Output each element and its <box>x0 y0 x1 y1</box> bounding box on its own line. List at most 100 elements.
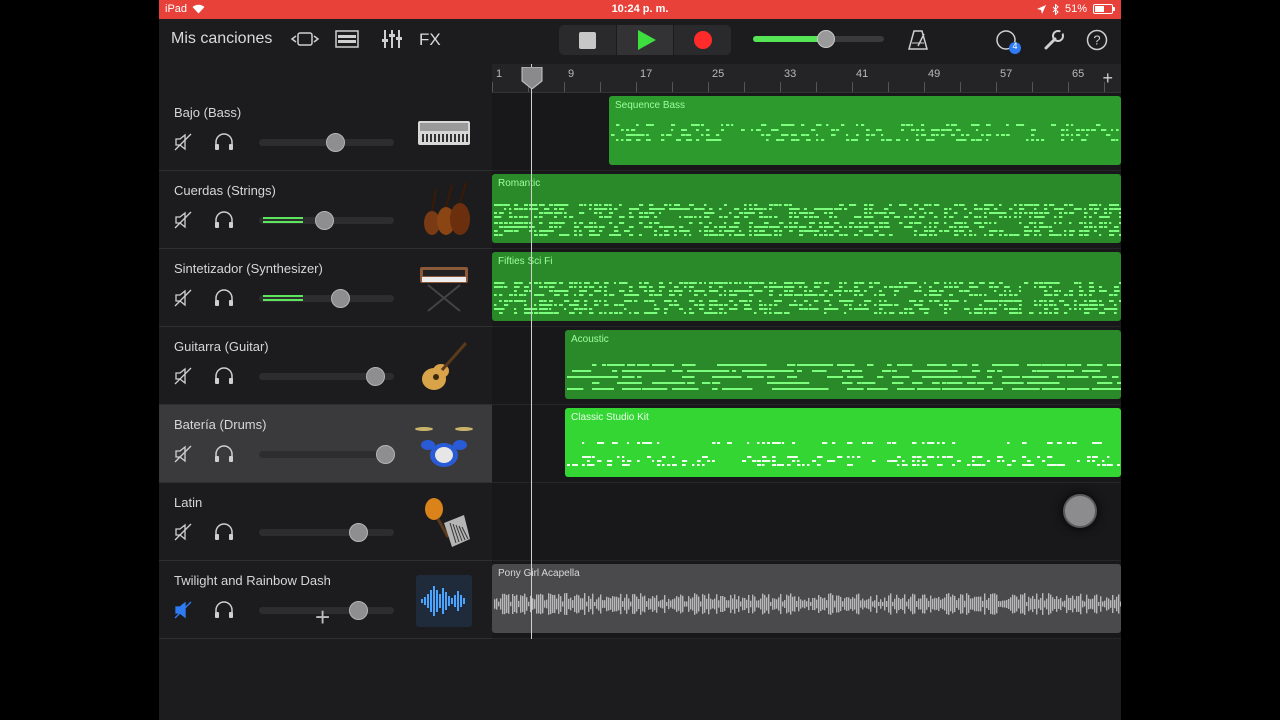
track-volume-knob[interactable] <box>376 445 395 464</box>
headphones-icon[interactable] <box>214 289 234 307</box>
track-volume-knob[interactable] <box>349 601 368 620</box>
headphones-icon[interactable] <box>214 601 234 619</box>
strings-icon[interactable] <box>414 181 474 241</box>
record-button[interactable] <box>674 25 731 55</box>
track-header-1[interactable]: Bajo (Bass) <box>159 93 492 171</box>
mute-icon[interactable] <box>174 289 192 307</box>
keyboard-icon[interactable] <box>414 259 474 319</box>
midi-region[interactable]: Fifties Sci Fi <box>492 252 1121 321</box>
master-volume-slider[interactable] <box>753 30 884 48</box>
track-name[interactable]: Guitarra (Guitar) <box>174 339 269 354</box>
mute-icon[interactable] <box>174 367 192 385</box>
midi-region[interactable]: Romantic <box>492 174 1121 243</box>
headphones-icon[interactable] <box>214 445 234 463</box>
track-volume-slider[interactable] <box>259 289 394 308</box>
track-volume-knob[interactable] <box>349 523 368 542</box>
headphones-icon[interactable] <box>214 211 234 229</box>
track-volume-knob[interactable] <box>315 211 334 230</box>
master-volume-knob[interactable] <box>817 30 835 48</box>
add-track-button[interactable]: + <box>315 602 330 633</box>
track-name[interactable]: Cuerdas (Strings) <box>174 183 276 198</box>
stop-button[interactable] <box>559 25 616 55</box>
track-name[interactable]: Twilight and Rainbow Dash <box>174 573 331 588</box>
ruler-tick <box>564 82 565 92</box>
bar-number: 65 <box>1072 68 1085 80</box>
track-volume-slider[interactable] <box>259 523 394 542</box>
my-songs-button[interactable]: Mis canciones <box>171 30 272 48</box>
mute-icon[interactable] <box>174 601 192 619</box>
track-lane-1[interactable]: Sequence Bass <box>492 93 1121 171</box>
help-icon[interactable]: ? <box>1086 29 1108 51</box>
transport-controls <box>559 25 731 55</box>
ruler-tick <box>888 82 889 92</box>
track-header-2[interactable]: Cuerdas (Strings) <box>159 171 492 249</box>
track-lane-5[interactable]: Classic Studio Kit <box>492 405 1121 483</box>
toolbar: Mis canciones FX 4 ? <box>159 19 1121 64</box>
playhead-handle[interactable] <box>520 67 544 89</box>
track-volume-slider[interactable] <box>259 133 394 152</box>
ruler-tick <box>744 82 745 92</box>
drums-icon[interactable] <box>414 415 474 475</box>
track-volume-fill <box>259 217 315 224</box>
master-volume-fill <box>753 36 826 42</box>
ruler-tick <box>960 82 961 92</box>
play-button[interactable] <box>616 25 674 55</box>
metronome-icon[interactable] <box>907 29 929 51</box>
mute-icon[interactable] <box>174 523 192 541</box>
track-name[interactable]: Batería (Drums) <box>174 417 266 432</box>
track-volume-slider[interactable] <box>259 367 394 386</box>
mute-icon[interactable] <box>174 133 192 151</box>
synth-bass-icon[interactable] <box>414 103 474 163</box>
bar-number: 49 <box>928 68 941 80</box>
track-volume-slider[interactable] <box>259 445 395 464</box>
bar-number: 33 <box>784 68 797 80</box>
region-label: Acoustic <box>571 334 609 345</box>
track-volume-knob[interactable] <box>366 367 385 386</box>
track-header-4[interactable]: Guitarra (Guitar) <box>159 327 492 405</box>
fx-button[interactable]: FX <box>419 30 441 50</box>
track-lane-6[interactable] <box>492 483 1121 561</box>
track-lane-4[interactable]: Acoustic <box>492 327 1121 405</box>
guitar-icon[interactable] <box>414 337 474 397</box>
mixer-icon[interactable] <box>380 29 404 49</box>
browser-view-icon[interactable] <box>289 31 321 47</box>
loop-browser-icon[interactable]: 4 <box>995 29 1023 55</box>
maracas-icon[interactable] <box>414 493 474 553</box>
audio-region[interactable]: Pony Girl Acapella <box>492 564 1121 633</box>
svg-text:?: ? <box>1093 33 1100 48</box>
track-name[interactable]: Latin <box>174 495 202 510</box>
playhead-line <box>531 64 532 639</box>
track-name[interactable]: Sintetizador (Synthesizer) <box>174 261 323 276</box>
track-name[interactable]: Bajo (Bass) <box>174 105 241 120</box>
headphones-icon[interactable] <box>214 133 234 151</box>
ruler-tick <box>1104 82 1105 92</box>
track-lane-3[interactable]: Fifties Sci Fi <box>492 249 1121 327</box>
battery-icon <box>1093 4 1115 14</box>
bar-number: 9 <box>568 68 575 80</box>
track-volume-knob[interactable] <box>331 289 350 308</box>
midi-region[interactable]: Sequence Bass <box>609 96 1121 165</box>
audio-wave-icon[interactable] <box>414 571 474 631</box>
bluetooth-icon <box>1052 3 1059 15</box>
mute-icon[interactable] <box>174 211 192 229</box>
battery-percent: 51% <box>1064 3 1087 15</box>
track-header-3[interactable]: Sintetizador (Synthesizer) <box>159 249 492 327</box>
settings-wrench-icon[interactable] <box>1043 29 1065 51</box>
headphones-icon[interactable] <box>214 367 234 385</box>
tracks-view-icon[interactable] <box>335 30 359 48</box>
track-volume-fill <box>259 295 331 302</box>
midi-region[interactable]: Classic Studio Kit <box>565 408 1121 477</box>
mute-icon[interactable] <box>174 445 192 463</box>
timeline-area[interactable]: + 1 9 17 25 33 41 49 57 65 Sequence Bass Romantic… <box>492 64 1121 720</box>
bar-ruler[interactable]: + 1 9 17 25 33 41 49 57 65 <box>492 64 1121 93</box>
headphones-icon[interactable] <box>214 523 234 541</box>
track-lane-7[interactable]: Pony Girl Acapella <box>492 561 1121 639</box>
ruler-tick <box>816 82 817 92</box>
track-lane-2[interactable]: Romantic <box>492 171 1121 249</box>
midi-region[interactable]: Acoustic <box>565 330 1121 399</box>
track-volume-knob[interactable] <box>326 133 345 152</box>
track-header-5[interactable]: Batería (Drums) <box>159 405 492 483</box>
track-volume-slider[interactable] <box>259 211 394 230</box>
floating-control-button[interactable] <box>1063 494 1097 528</box>
track-header-6[interactable]: Latin <box>159 483 492 561</box>
